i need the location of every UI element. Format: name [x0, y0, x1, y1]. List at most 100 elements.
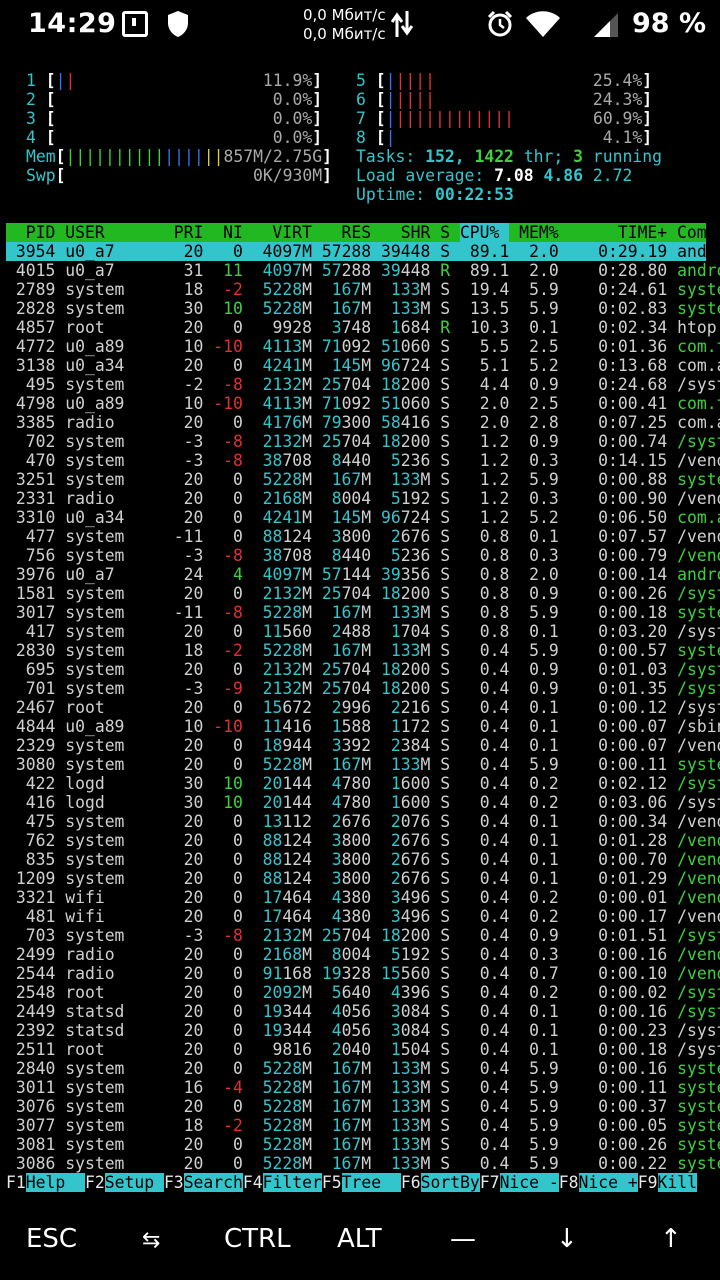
threads-count: 1422	[474, 147, 514, 166]
fkey-label: Help	[25, 1173, 85, 1192]
table-row[interactable]: 1209 system 20 0 88124 3800 2676 S 0.4 0…	[6, 869, 720, 888]
table-row[interactable]: 2830 system 18 -2 5228M 167M 133M S 0.4 …	[6, 641, 720, 660]
cpu-percent: 24.3%	[592, 90, 643, 109]
fkey-f8[interactable]: F8Nice +	[559, 1173, 638, 1192]
table-row[interactable]: 3310 u0_a34 20 0 4241M 145M 96724 S 1.2 …	[6, 508, 720, 527]
table-row[interactable]: 417 system 20 0 11560 2488 1704 S 0.8 0.…	[6, 622, 720, 641]
table-row[interactable]: 702 system -3 -8 2132M 25704 18200 S 1.2…	[6, 432, 720, 451]
cpu-meter-4: 4 [ 0.0%]	[26, 128, 323, 147]
fkey-f4[interactable]: F4Filter	[243, 1173, 322, 1192]
ctrl-key[interactable]: CTRL	[224, 1224, 291, 1254]
fkey-label: Tree	[341, 1173, 401, 1192]
up-arrow-key[interactable]: ↑	[660, 1224, 682, 1254]
fkey-f6[interactable]: F6SortBy	[401, 1173, 480, 1192]
table-row[interactable]: 2544 radio 20 0 91168 19328 15560 S 0.4 …	[6, 964, 720, 983]
fkey-f5[interactable]: F5Tree	[322, 1173, 401, 1192]
table-row[interactable]: 1581 system 20 0 2132M 25704 18200 S 0.8…	[6, 584, 720, 603]
table-row[interactable]: 477 system -11 0 88124 3800 2676 S 0.8 0…	[6, 527, 720, 546]
table-row[interactable]: 470 system -3 -8 38708 8440 5236 S 1.2 0…	[6, 451, 720, 470]
down-arrow-key[interactable]: ↓	[556, 1224, 578, 1254]
table-row[interactable]: 3138 u0_a34 20 0 4241M 145M 96724 S 5.1 …	[6, 356, 720, 375]
table-row[interactable]: 416 logd 30 10 20144 4780 1600 S 0.4 0.2…	[6, 793, 720, 812]
fkey-label: SortBy	[420, 1173, 480, 1192]
table-row[interactable]: 3017 system -11 -8 5228M 167M 133M S 0.8…	[6, 603, 720, 622]
fkey-f1[interactable]: F1Help	[6, 1173, 85, 1192]
cpu-meter-8: 8 [| 4.1%]	[356, 128, 653, 147]
tasks-summary: Tasks: 152, 1422 thr; 3 running	[356, 147, 662, 166]
fkey-label: Search	[183, 1173, 243, 1192]
cpu-id: 3	[26, 109, 36, 128]
table-row[interactable]: 3251 system 20 0 5228M 167M 133M S 1.2 5…	[6, 470, 720, 489]
load-5min: 4.86	[543, 166, 584, 185]
fkey-f9[interactable]: F9Kill	[638, 1173, 697, 1192]
table-row[interactable]: 3077 system 18 -2 5228M 167M 133M S 0.4 …	[6, 1116, 720, 1135]
table-row[interactable]: 3086 system 20 0 5228M 167M 133M S 0.4 5…	[6, 1154, 720, 1173]
table-row[interactable]: 835 system 20 0 88124 3800 2676 S 0.4 0.…	[6, 850, 720, 869]
table-row[interactable]: 422 logd 30 10 20144 4780 1600 S 0.4 0.2…	[6, 774, 720, 793]
fkey-f3[interactable]: F3Search	[164, 1173, 243, 1192]
table-row[interactable]: 3385 radio 20 0 4176M 79300 58416 S 2.0 …	[6, 413, 720, 432]
table-row[interactable]: 2392 statsd 20 0 19344 4056 3084 S 0.4 0…	[6, 1021, 720, 1040]
cpu-percent: 11.9%	[262, 71, 313, 90]
table-row[interactable]: 2499 radio 20 0 2168M 8004 5192 S 0.4 0.…	[6, 945, 720, 964]
running-label: running	[592, 147, 662, 166]
table-row[interactable]: 4015 u0_a7 31 11 4097M 57288 39448 R 89.…	[6, 261, 720, 280]
data-arrows-icon	[391, 11, 413, 37]
table-row[interactable]: 2548 root 20 0 2092M 5640 4396 S 0.4 0.2…	[6, 983, 720, 1002]
table-row[interactable]: 481 wifi 20 0 17464 4380 3496 S 0.4 0.2 …	[6, 907, 720, 926]
table-row[interactable]: 2467 root 20 0 15672 2996 2216 S 0.4 0.1…	[6, 698, 720, 717]
table-row[interactable]: 3076 system 20 0 5228M 167M 133M S 0.4 5…	[6, 1097, 720, 1116]
fkey-f2[interactable]: F2Setup	[85, 1173, 164, 1192]
mem-value: 857M/2.75G	[223, 147, 323, 166]
table-row[interactable]: 475 system 20 0 13112 2676 2076 S 0.4 0.…	[6, 812, 720, 831]
fkey-number: F1	[6, 1173, 26, 1192]
table-row[interactable]: 3081 system 20 0 5228M 167M 133M S 0.4 5…	[6, 1135, 720, 1154]
table-row[interactable]: 3080 system 20 0 5228M 167M 133M S 0.4 5…	[6, 755, 720, 774]
fkey-number: F4	[242, 1173, 263, 1192]
screenshot-icon	[122, 11, 148, 37]
status-bar: 14:29 0,0 Мбит/с 0,0 Мбит/с 98 %	[0, 0, 720, 50]
cpu-percent: 0.0%	[272, 109, 313, 128]
network-speed: 0,0 Мбит/с 0,0 Мбит/с	[303, 6, 386, 44]
cpu-id: 6	[356, 90, 366, 109]
table-row[interactable]: 4844 u0_a89 10 -10 11416 1588 1172 S 0.4…	[6, 717, 720, 736]
uptime-label: Uptime:	[356, 185, 426, 204]
process-table-header[interactable]: PID USER PRI NI VIRT RES SHR S CPU% MEM%…	[6, 223, 720, 242]
process-table[interactable]: 3954 u0_a7 20 0 4097M 57288 39448 S 89.1…	[6, 242, 720, 1173]
wifi-icon	[526, 11, 560, 37]
mem-bar: ||||||||||||||||	[65, 147, 224, 166]
table-row[interactable]: 3954 u0_a7 20 0 4097M 57288 39448 S 89.1…	[6, 242, 720, 261]
table-row[interactable]: 3011 system 16 -4 5228M 167M 133M S 0.4 …	[6, 1078, 720, 1097]
table-row[interactable]: 3321 wifi 20 0 17464 4380 3496 S 0.4 0.2…	[6, 888, 720, 907]
cpu-meter-6: 6 [||||| 24.3%]	[356, 90, 653, 109]
table-row[interactable]: 2840 system 20 0 5228M 167M 133M S 0.4 5…	[6, 1059, 720, 1078]
cpu-sort-column[interactable]: CPU%	[459, 223, 510, 242]
dash-key[interactable]: —	[450, 1224, 476, 1254]
table-row[interactable]: 2449 statsd 20 0 19344 4056 3084 S 0.4 0…	[6, 1002, 720, 1021]
fkey-label: Nice -	[499, 1173, 559, 1192]
cpu-meter-1: 1 [|| 11.9%]	[26, 71, 323, 90]
swp-meter: Swp[ 0K/930M]	[26, 166, 332, 185]
table-row[interactable]: 4798 u0_a89 10 -10 4113M 71092 51060 S 2…	[6, 394, 720, 413]
table-row[interactable]: 4772 u0_a89 10 -10 4113M 71092 51060 S 5…	[6, 337, 720, 356]
table-row[interactable]: 3976 u0_a7 24 4 4097M 57144 39356 S 0.8 …	[6, 565, 720, 584]
fkey-f7[interactable]: F7Nice -	[480, 1173, 559, 1192]
table-row[interactable]: 2789 system 18 -2 5228M 167M 133M S 19.4…	[6, 280, 720, 299]
table-row[interactable]: 2828 system 30 10 5228M 167M 133M S 13.5…	[6, 299, 720, 318]
table-row[interactable]: 703 system -3 -8 2132M 25704 18200 S 0.4…	[6, 926, 720, 945]
table-row[interactable]: 695 system 20 0 2132M 25704 18200 S 0.4 …	[6, 660, 720, 679]
table-row[interactable]: 4857 root 20 0 9928 3748 1684 R 10.3 0.1…	[6, 318, 717, 337]
net-up-speed: 0,0 Мбит/с	[303, 6, 386, 24]
table-row[interactable]: 2511 root 20 0 9816 2040 1504 S 0.4 0.1 …	[6, 1040, 720, 1059]
table-row[interactable]: 2329 system 20 0 18944 3392 2384 S 0.4 0…	[6, 736, 720, 755]
table-row[interactable]: 495 system -2 -8 2132M 25704 18200 S 4.4…	[6, 375, 720, 394]
tab-key[interactable]: ⇆	[142, 1228, 160, 1253]
alt-key[interactable]: ALT	[337, 1224, 382, 1254]
table-row[interactable]: 762 system 20 0 88124 3800 2676 S 0.4 0.…	[6, 831, 720, 850]
fkey-label: Kill	[657, 1173, 697, 1192]
table-row[interactable]: 701 system -3 -9 2132M 25704 18200 S 0.4…	[6, 679, 720, 698]
table-row[interactable]: 756 system -3 -8 38708 8440 5236 S 0.8 0…	[6, 546, 720, 565]
fkey-number: F3	[163, 1173, 184, 1192]
table-row[interactable]: 2331 radio 20 0 2168M 8004 5192 S 1.2 0.…	[6, 489, 720, 508]
esc-key[interactable]: ESC	[26, 1224, 77, 1254]
